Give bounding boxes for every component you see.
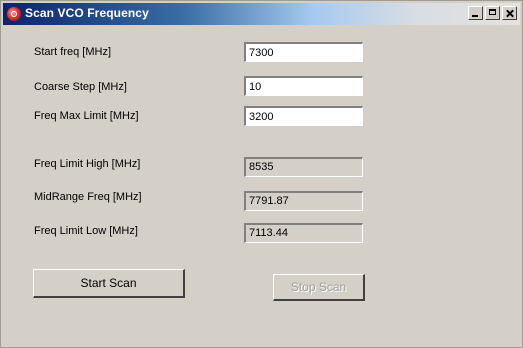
coarse-step-label: Coarse Step [MHz] (34, 81, 127, 93)
scan-vco-window: Scan VCO Frequency Start freq [MHz] Coar… (0, 0, 523, 348)
start-freq-input[interactable] (244, 42, 363, 62)
freq-limit-high-label: Freq Limit High [MHz] (34, 158, 141, 170)
midrange-freq-label: MidRange Freq [MHz] (34, 191, 142, 203)
title-bar[interactable]: Scan VCO Frequency (3, 3, 520, 25)
freq-max-limit-input[interactable] (244, 106, 363, 126)
midrange-freq-value: 7791.87 (244, 191, 363, 211)
start-freq-label: Start freq [MHz] (34, 46, 112, 58)
freq-limit-low-value: 7113.44 (244, 223, 363, 243)
minimize-icon[interactable] (468, 6, 483, 20)
stop-scan-button[interactable]: Stop Scan (273, 274, 365, 301)
window-title: Scan VCO Frequency (25, 6, 149, 20)
app-icon (7, 7, 21, 21)
freq-limit-low-label: Freq Limit Low [MHz] (34, 225, 138, 237)
maximize-icon[interactable] (485, 6, 500, 20)
coarse-step-input[interactable] (244, 76, 363, 96)
start-scan-button[interactable]: Start Scan (33, 269, 185, 298)
freq-max-limit-label: Freq Max Limit [MHz] (34, 110, 139, 122)
close-icon[interactable] (502, 6, 517, 20)
freq-limit-high-value: 8535 (244, 157, 363, 177)
window-controls (468, 6, 517, 20)
